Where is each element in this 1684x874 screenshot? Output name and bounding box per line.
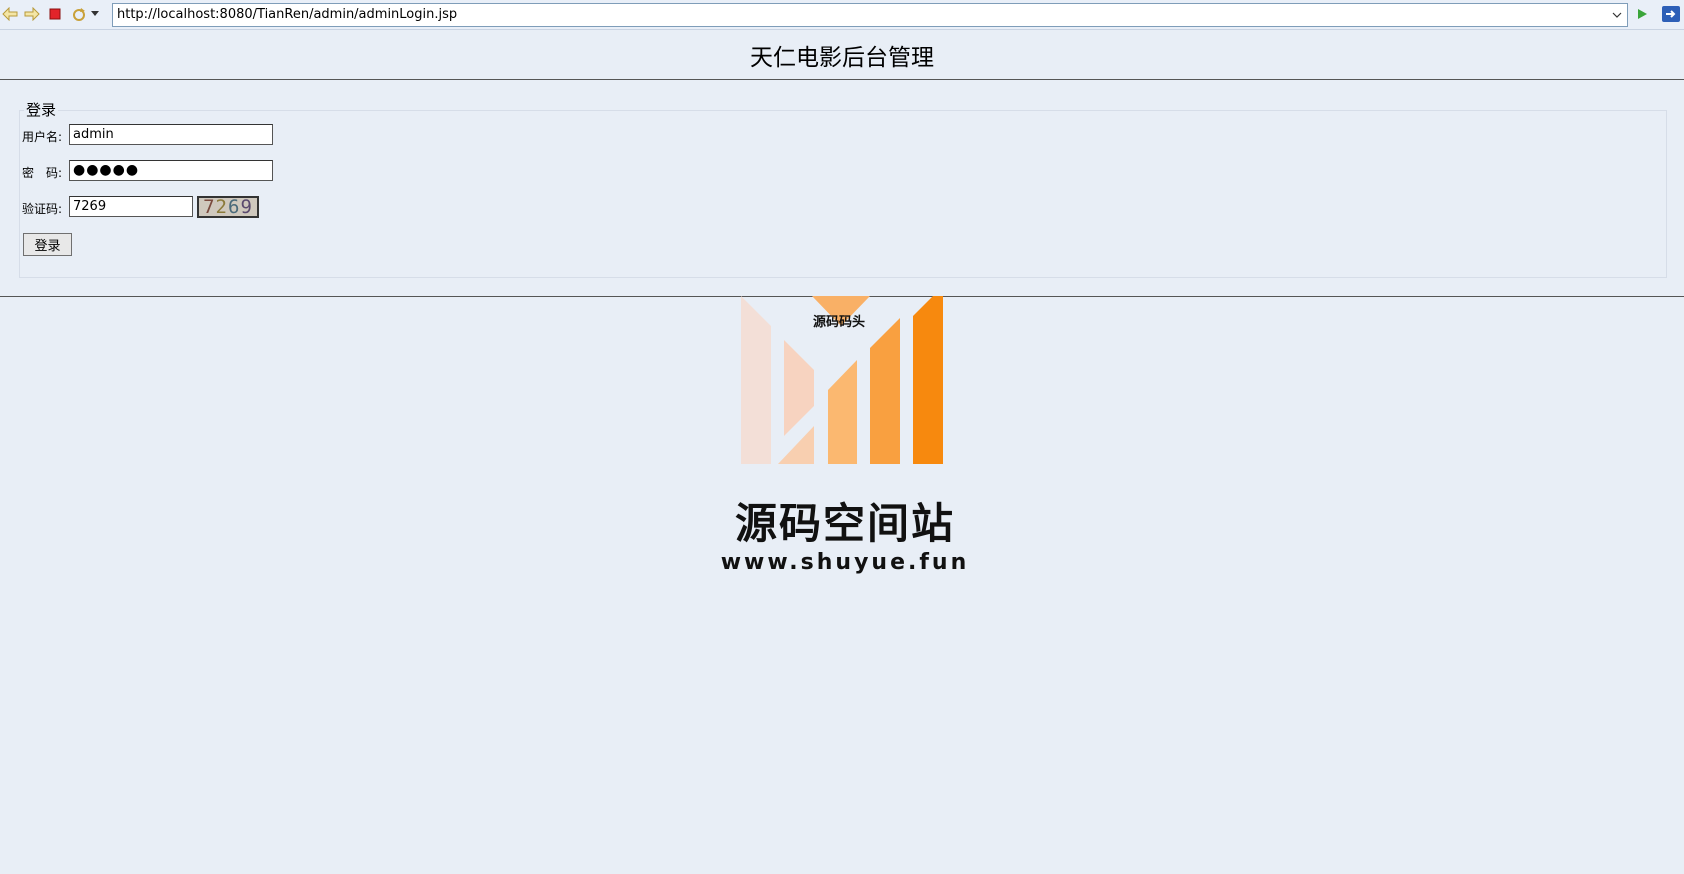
username-value: admin	[73, 127, 114, 142]
go-arrow-icon	[1638, 9, 1647, 19]
chevron-down-icon	[91, 11, 99, 16]
captcha-input[interactable]: 7269	[69, 196, 193, 217]
page-header: 天仁电影后台管理	[0, 30, 1684, 80]
back-button[interactable]	[0, 4, 20, 24]
login-button[interactable]: 登录	[23, 233, 72, 256]
refresh-icon	[73, 8, 85, 21]
login-legend: 登录	[24, 99, 59, 120]
captcha-label: 验证码:	[22, 202, 63, 216]
links-button[interactable]	[1660, 4, 1682, 24]
captcha-digit: 6	[228, 196, 241, 218]
watermark-small-text: 源码码头	[813, 315, 866, 330]
login-area: 登录 用户名: admin 密 码: ●●●●● 验证码: 7269 7 2 6…	[0, 81, 1684, 297]
watermark-title: 源码空间站	[734, 499, 955, 548]
captcha-digit: 7	[203, 196, 216, 218]
watermark-url: www.shuyue.fun	[720, 550, 970, 575]
address-bar[interactable]: http://localhost:8080/TianRen/admin/admi…	[112, 3, 1628, 27]
address-dropdown-button[interactable]	[1607, 4, 1627, 26]
captcha-digit: 9	[240, 196, 253, 218]
username-label: 用户名:	[22, 130, 63, 144]
password-input[interactable]: ●●●●●	[69, 160, 273, 181]
stop-button[interactable]	[45, 4, 65, 24]
refresh-button[interactable]	[69, 4, 89, 24]
go-button[interactable]	[1632, 4, 1652, 24]
captcha-image[interactable]: 7 2 6 9	[197, 196, 259, 218]
forward-arrow-icon	[24, 7, 40, 21]
password-value: ●●●●●	[73, 162, 140, 178]
password-label: 密 码:	[22, 166, 63, 180]
browser-toolbar: http://localhost:8080/TianRen/admin/admi…	[0, 0, 1684, 30]
watermark: 源码码头 源码空间站 www.shuyue.fun	[700, 296, 990, 586]
back-arrow-icon	[2, 7, 18, 21]
links-icon	[1662, 6, 1680, 22]
captcha-digit: 2	[215, 196, 228, 218]
forward-button[interactable]	[22, 4, 42, 24]
address-url: http://localhost:8080/TianRen/admin/admi…	[117, 7, 458, 22]
captcha-input-value: 7269	[73, 199, 107, 214]
page-title: 天仁电影后台管理	[750, 44, 934, 71]
username-input[interactable]: admin	[69, 124, 273, 145]
chevron-down-icon	[1612, 12, 1622, 18]
stop-icon	[49, 8, 61, 20]
history-dropdown-button[interactable]	[88, 4, 102, 24]
